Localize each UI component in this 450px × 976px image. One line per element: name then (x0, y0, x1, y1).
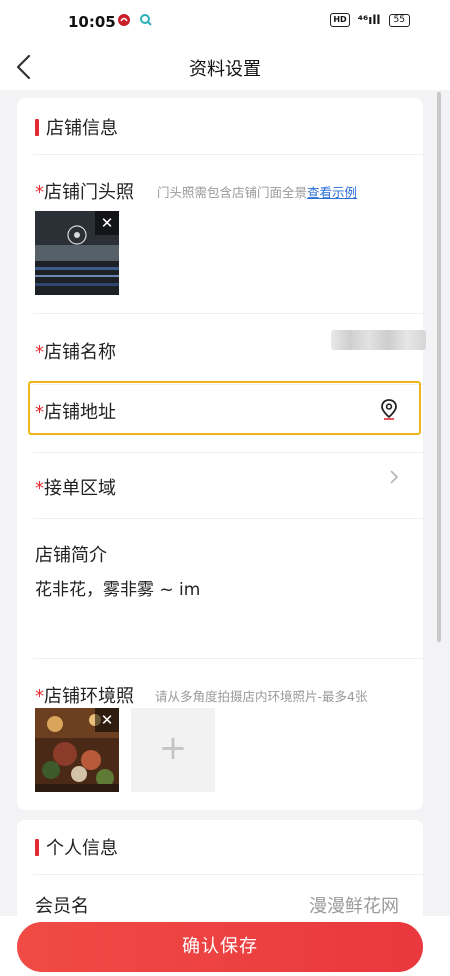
divider (33, 874, 423, 875)
nav-bar: 资料设置 (0, 44, 450, 90)
shop-address-label: *店铺地址 (35, 398, 116, 424)
confirm-save-button[interactable]: 确认保存 (17, 922, 423, 972)
hd-icon: HD (330, 13, 350, 27)
environment-hint: 请从多角度拍摄店内环境照片-最多4张 (155, 689, 368, 704)
search-notification-icon (140, 14, 152, 26)
section-accent-bar (35, 838, 39, 856)
section-title: 店铺信息 (46, 118, 118, 139)
shop-name-label: *店铺名称 (35, 338, 116, 364)
section-accent-bar (35, 118, 39, 136)
signal-icon: ⁴⁶ıll (357, 13, 381, 27)
location-pin-icon[interactable] (378, 398, 400, 420)
required-mark: * (35, 478, 44, 499)
required-mark: * (35, 686, 44, 707)
scrollbar[interactable] (437, 92, 441, 642)
status-time: 10:05 (68, 13, 116, 31)
personal-info-card: 个人信息 会员名 漫漫鲜花网 (17, 820, 423, 920)
shop-name-value-redacted[interactable] (331, 330, 426, 350)
shop-info-header: 店铺信息 (35, 114, 118, 140)
order-area-label-text: 接单区域 (44, 478, 116, 499)
remove-photo-button[interactable]: ✕ (95, 708, 119, 732)
required-mark: * (35, 182, 44, 203)
shop-intro-textarea[interactable]: 花非花，雾非雾 ~ im (35, 575, 200, 600)
environment-label-text: 店铺环境照 (44, 686, 134, 707)
shop-address-label-text: 店铺地址 (44, 402, 116, 423)
chevron-right-icon[interactable] (388, 468, 400, 486)
divider (33, 313, 423, 314)
storefront-photo[interactable]: ✕ (35, 211, 119, 295)
status-app-icons (117, 13, 153, 27)
member-value: 漫漫鲜花网 (309, 896, 399, 917)
status-indicators: HD ⁴⁶ıll 55 (330, 13, 410, 27)
required-mark: * (35, 342, 44, 363)
divider (33, 518, 423, 519)
app-notification-icon (118, 14, 130, 26)
divider (33, 154, 423, 155)
personal-info-header: 个人信息 (35, 834, 118, 860)
section-title: 个人信息 (46, 838, 118, 859)
divider (33, 452, 423, 453)
battery-icon: 55 (388, 13, 410, 27)
member-label: 会员名 (35, 896, 89, 917)
remove-photo-button[interactable]: ✕ (95, 211, 119, 235)
divider (33, 658, 423, 659)
status-bar: 10:05 HD ⁴⁶ıll 55 (0, 0, 450, 44)
required-mark: * (35, 402, 44, 423)
page-title: 资料设置 (189, 59, 261, 80)
add-photo-button[interactable]: + (131, 708, 215, 792)
storefront-label-text: 店铺门头照 (44, 182, 134, 203)
storefront-label: *店铺门头照 (35, 178, 134, 204)
shop-info-card: 店铺信息 *店铺门头照 门头照需包含店铺门面全景查看示例 ✕ *店铺名称 *接单… (17, 98, 423, 810)
order-area-label: *接单区域 (35, 474, 116, 500)
storefront-hint: 门头照需包含店铺门面全景查看示例 (157, 182, 357, 201)
view-example-link[interactable]: 查看示例 (307, 185, 357, 200)
storefront-hint-text: 门头照需包含店铺门面全景 (157, 185, 308, 200)
content-scroll-area[interactable]: 店铺信息 *店铺门头照 门头照需包含店铺门面全景查看示例 ✕ *店铺名称 *接单… (0, 90, 450, 920)
environment-photo[interactable]: ✕ (35, 708, 119, 792)
environment-label: *店铺环境照 (35, 682, 134, 708)
shop-intro-label: 店铺简介 (35, 545, 107, 566)
shop-name-label-text: 店铺名称 (44, 342, 116, 363)
